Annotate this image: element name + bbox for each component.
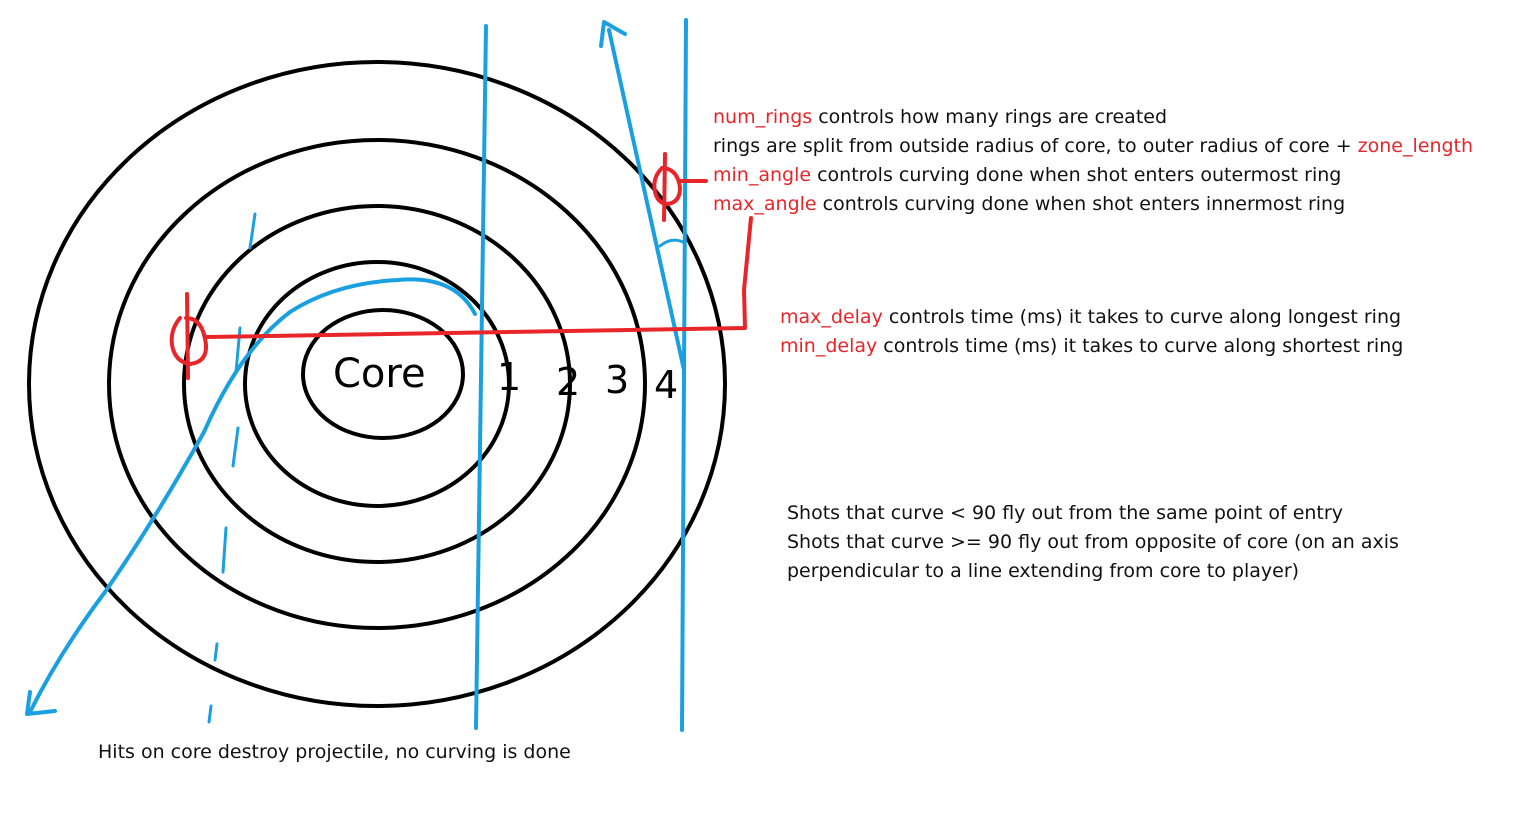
num-rings-desc: controls how many rings are created xyxy=(812,106,1168,128)
min-angle-line: min_angle controls curving done when sho… xyxy=(713,161,1473,190)
zone-length-keyword: zone_length xyxy=(1357,135,1474,157)
shot-path-vertical-outer xyxy=(680,18,688,732)
dash-mark xyxy=(213,642,219,662)
dash-mark xyxy=(248,212,257,250)
min-delay-line: min_delay controls time (ms) it takes to… xyxy=(780,332,1403,361)
min-angle-keyword: min_angle xyxy=(713,164,812,186)
ring-label-4: 4 xyxy=(654,363,678,407)
exit-behavior-line-2: Shots that curve >= 90 fly out from oppo… xyxy=(787,531,1399,553)
shot-path-deflected xyxy=(607,28,686,372)
ring-label-2: 2 xyxy=(556,360,580,404)
exit-behavior-line-3: perpendicular to a line extending from c… xyxy=(787,560,1300,582)
max-angle-keyword: max_angle xyxy=(713,193,817,215)
dash-mark xyxy=(221,526,228,574)
zone-length-desc: rings are split from outside radius of c… xyxy=(713,135,1358,157)
max-angle-line: max_angle controls curving done when sho… xyxy=(713,190,1473,219)
max-angle-desc: controls curving done when shot enters i… xyxy=(816,193,1346,215)
shot-path-vertical-inner xyxy=(474,24,488,730)
dash-mark xyxy=(231,426,240,468)
max-delay-line: max_delay controls time (ms) it takes to… xyxy=(780,303,1403,332)
core-label: Core xyxy=(333,351,426,397)
num-rings-line: num_rings controls how many rings are cr… xyxy=(713,103,1473,132)
ring-label-1: 1 xyxy=(497,355,521,399)
max-delay-keyword: max_delay xyxy=(780,306,883,328)
ring-config-notes: num_rings controls how many rings are cr… xyxy=(713,103,1473,219)
phi-mark-right xyxy=(652,152,682,222)
core-hit-note: Hits on core destroy projectile, no curv… xyxy=(98,741,571,763)
angle-arc xyxy=(658,238,687,248)
phi-mark-left xyxy=(169,292,209,380)
dash-mark xyxy=(207,704,213,724)
min-delay-keyword: min_delay xyxy=(780,335,878,357)
ring-label-3: 3 xyxy=(605,358,629,402)
delay-bracket-line xyxy=(205,216,753,339)
zone-length-line: rings are split from outside radius of c… xyxy=(713,132,1473,161)
exit-behavior-notes: Shots that curve < 90 fly out from the s… xyxy=(787,499,1399,586)
num-rings-keyword: num_rings xyxy=(713,106,813,128)
exit-behavior-line-1: Shots that curve < 90 fly out from the s… xyxy=(787,502,1343,524)
max-delay-desc: controls time (ms) it takes to curve alo… xyxy=(882,306,1402,328)
min-angle-desc: controls curving done when shot enters o… xyxy=(811,164,1342,186)
min-delay-desc: controls time (ms) it takes to curve alo… xyxy=(877,335,1404,357)
delay-config-notes: max_delay controls time (ms) it takes to… xyxy=(780,303,1403,361)
